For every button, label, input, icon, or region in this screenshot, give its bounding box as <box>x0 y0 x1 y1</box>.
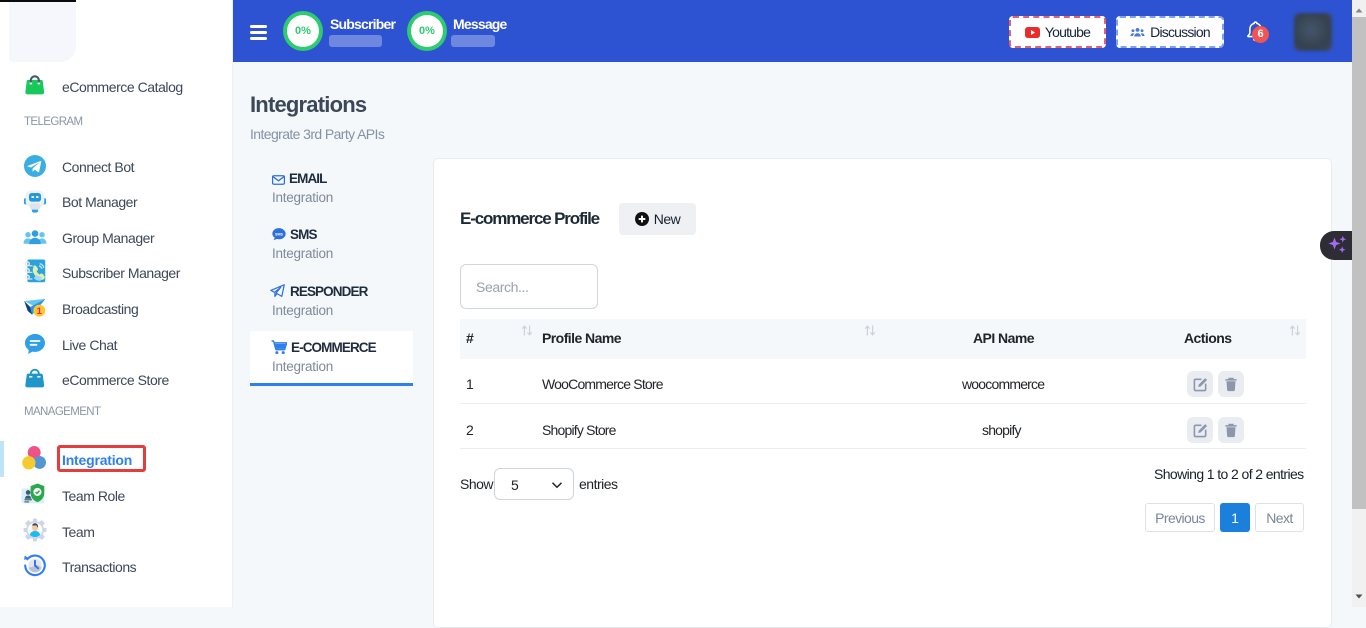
svg-text:1: 1 <box>37 306 43 317</box>
svg-text:SMS: SMS <box>275 233 283 237</box>
